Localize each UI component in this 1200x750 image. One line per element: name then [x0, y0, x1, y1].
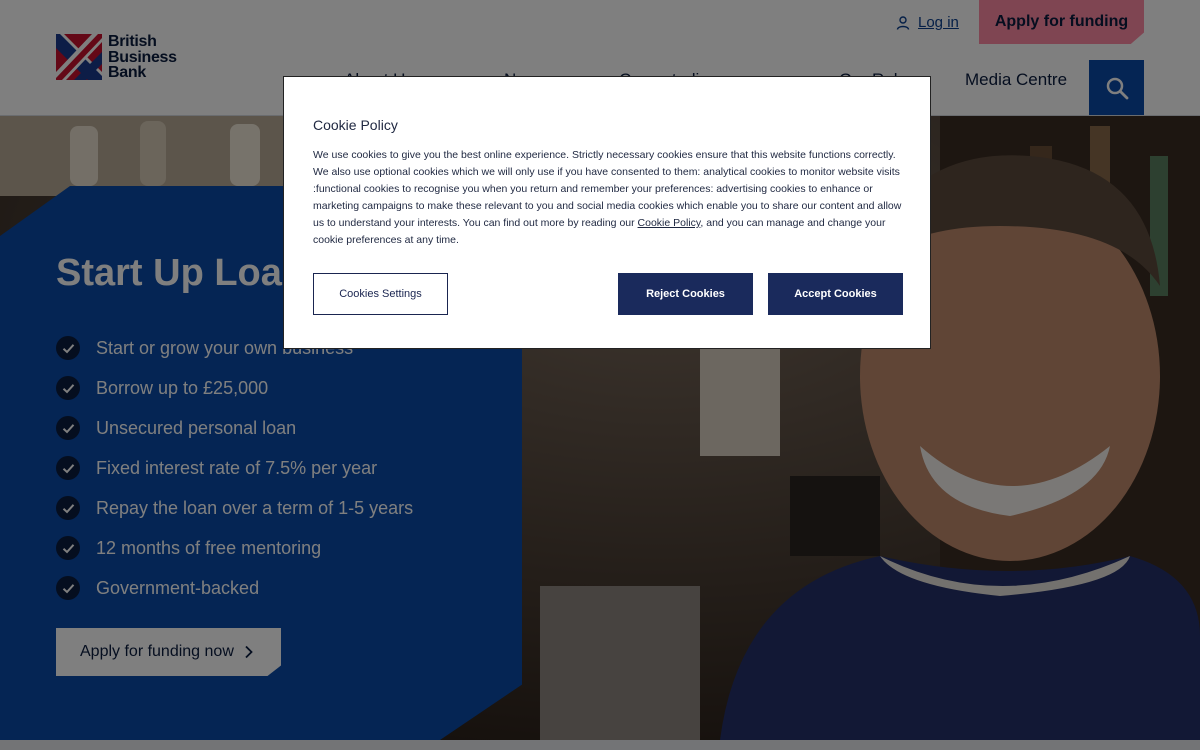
cookie-dialog-body: We use cookies to give you the best onli… — [313, 147, 905, 249]
cookies-settings-button[interactable]: Cookies Settings — [313, 273, 448, 315]
cookie-dialog-title: Cookie Policy — [313, 117, 398, 133]
accept-cookies-button[interactable]: Accept Cookies — [768, 273, 903, 315]
reject-cookies-button[interactable]: Reject Cookies — [618, 273, 753, 315]
cookie-policy-link[interactable]: Cookie Policy — [638, 217, 701, 229]
cookie-policy-dialog: Cookie Policy We use cookies to give you… — [283, 76, 931, 349]
